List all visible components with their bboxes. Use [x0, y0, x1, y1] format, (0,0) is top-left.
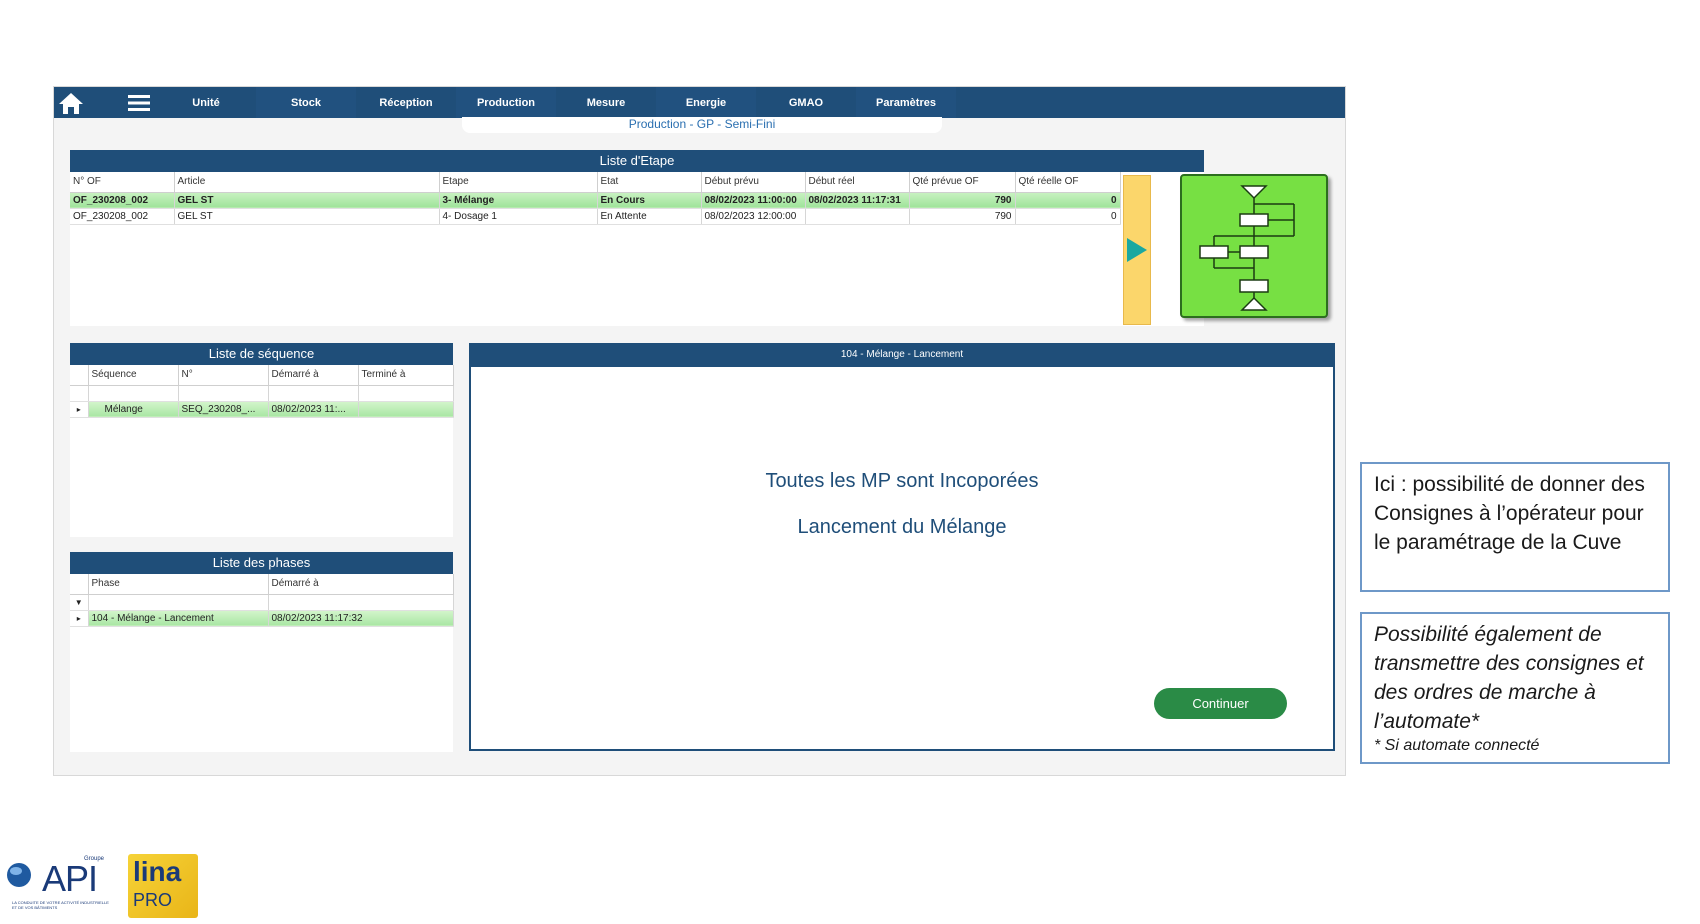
etapes-panel: Liste d'Etape N° OF Article Etape Etat D… [70, 150, 1204, 326]
column-header[interactable]: Phase [88, 574, 269, 595]
table-cell: 0 [1015, 192, 1121, 209]
table-row[interactable]: ▸ 104 - Mélange - Lancement 08/02/2023 1… [70, 610, 454, 627]
sequences-header-row: Séquence N° Démarré à Terminé à [70, 365, 454, 386]
table-cell: 08/02/2023 11:17:32 [268, 610, 454, 627]
table-cell: 790 [909, 208, 1016, 225]
table-cell: En Attente [597, 208, 702, 225]
column-header[interactable]: Démarré à [268, 574, 454, 595]
column-header[interactable]: Début prévu [701, 172, 806, 193]
table-cell: Mélange [88, 401, 179, 418]
column-header[interactable]: Démarré à [268, 365, 359, 386]
phase-dialog: 104 - Mélange - Lancement Toutes les MP … [469, 343, 1335, 751]
sequences-table: Séquence N° Démarré à Terminé à ▸ Mélang… [70, 365, 454, 418]
expand-side-button[interactable] [1123, 175, 1151, 325]
page-subtitle: Production - GP - Semi-Fini [462, 117, 942, 133]
nav-tab-energie[interactable]: Energie [656, 87, 756, 118]
etapes-header-row: N° OF Article Etape Etat Début prévu Déb… [70, 172, 1121, 193]
nav-tabs: Unité Stock Réception Production Mesure … [156, 87, 956, 118]
table-cell: OF_230208_002 [70, 208, 175, 225]
callout-text: Possibilité également de transmettre des… [1374, 623, 1644, 733]
nav-tab-mesure[interactable]: Mesure [556, 87, 656, 118]
table-cell [805, 208, 910, 225]
table-cell: GEL ST [174, 208, 440, 225]
table-row[interactable]: OF_230208_002 GEL ST 4- Dosage 1 En Atte… [70, 208, 1121, 225]
column-header-spacer [70, 365, 89, 386]
column-header[interactable]: Début réel [805, 172, 910, 193]
home-icon [59, 92, 83, 114]
table-cell: 08/02/2023 11:17:31 [805, 192, 910, 209]
expand-row-icon[interactable]: ▸ [70, 610, 89, 627]
filter-row [70, 385, 454, 402]
phases-table: Phase Démarré à ▼ ▸ 104 - Mélange - Lanc… [70, 574, 454, 627]
phases-panel-title: Liste des phases [70, 552, 453, 574]
column-header[interactable]: Article [174, 172, 440, 193]
column-header-spacer [70, 574, 89, 595]
sequences-panel: Liste de séquence Séquence N° Démarré à … [70, 343, 454, 537]
column-header[interactable]: Etat [597, 172, 702, 193]
api-logo: Groupe API LA CONDUITE DE VOTRE ACTIVITÉ… [6, 856, 111, 916]
table-cell: En Cours [597, 192, 702, 209]
expand-row-icon[interactable]: ▸ [70, 401, 89, 418]
column-header[interactable]: Qté prévue OF [909, 172, 1016, 193]
table-cell: OF_230208_002 [70, 192, 175, 209]
filter-row: ▼ [70, 594, 454, 611]
home-button[interactable] [54, 87, 88, 118]
dialog-title: 104 - Mélange - Lancement [471, 345, 1333, 367]
lina-pro-logo: lina PRO [128, 854, 198, 918]
dialog-message-2: Lancement du Mélange [797, 516, 1007, 538]
phases-panel: Liste des phases Phase Démarré à ▼ ▸ 104… [70, 552, 454, 752]
table-cell: 3- Mélange [439, 192, 598, 209]
column-header[interactable]: Qté réelle OF [1015, 172, 1121, 193]
nav-tab-gmao[interactable]: GMAO [756, 87, 856, 118]
table-cell: 08/02/2023 11:00:00 [701, 192, 806, 209]
callout-consignes-operateur: Ici : possibilité de donner des Consigne… [1360, 462, 1670, 592]
continue-button[interactable]: Continuer [1154, 688, 1287, 719]
menu-button[interactable] [122, 87, 156, 118]
column-header[interactable]: Séquence [88, 365, 179, 386]
app-window: Unité Stock Réception Production Mesure … [53, 86, 1346, 776]
nav-tab-production[interactable]: Production [456, 87, 556, 118]
etapes-table: N° OF Article Etape Etat Début prévu Déb… [70, 172, 1121, 225]
hamburger-menu-icon [128, 94, 150, 111]
table-cell: 4- Dosage 1 [439, 208, 598, 225]
nav-tab-parametres[interactable]: Paramètres [856, 87, 956, 118]
nav-tab-unite[interactable]: Unité [156, 87, 256, 118]
column-header[interactable]: Terminé à [358, 365, 454, 386]
column-header[interactable]: N° [178, 365, 269, 386]
api-tagline: LA CONDUITE DE VOTRE ACTIVITÉ INDUSTRIEL… [12, 900, 109, 910]
callout-consignes-automate: Possibilité également de transmettre des… [1360, 612, 1670, 764]
table-row[interactable]: OF_230208_002 GEL ST 3- Mélange En Cours… [70, 192, 1121, 209]
flowchart-button[interactable] [1180, 174, 1328, 318]
api-globe-icon [7, 863, 31, 887]
nav-tab-stock[interactable]: Stock [256, 87, 356, 118]
table-cell: 08/02/2023 11:... [268, 401, 359, 418]
api-logo-text: API [42, 858, 98, 899]
table-cell: 790 [909, 192, 1016, 209]
lina-pro-text: PRO [133, 890, 173, 910]
callout-text: Ici : possibilité de donner des Consigne… [1374, 473, 1645, 554]
etapes-panel-title: Liste d'Etape [70, 150, 1204, 172]
play-arrow-icon [1127, 238, 1147, 262]
lina-logo-text: lina [133, 856, 182, 887]
table-cell: SEQ_230208_... [178, 401, 269, 418]
sequences-panel-title: Liste de séquence [70, 343, 453, 365]
flowchart-icon [1199, 185, 1295, 311]
nav-tab-reception[interactable]: Réception [356, 87, 456, 118]
table-cell: 08/02/2023 12:00:00 [701, 208, 806, 225]
table-cell: GEL ST [174, 192, 440, 209]
table-cell: 104 - Mélange - Lancement [88, 610, 269, 627]
phases-header-row: Phase Démarré à [70, 574, 454, 595]
column-header[interactable]: Etape [439, 172, 598, 193]
table-cell [358, 401, 454, 418]
dialog-message-1: Toutes les MP sont Incoporées [765, 470, 1039, 492]
table-row[interactable]: ▸ Mélange SEQ_230208_... 08/02/2023 11:.… [70, 401, 454, 418]
column-header[interactable]: N° OF [70, 172, 175, 193]
filter-icon[interactable]: ▼ [70, 594, 89, 611]
table-cell: 0 [1015, 208, 1121, 225]
top-navbar: Unité Stock Réception Production Mesure … [54, 87, 1345, 118]
callout-note: * Si automate connecté [1374, 737, 1540, 754]
